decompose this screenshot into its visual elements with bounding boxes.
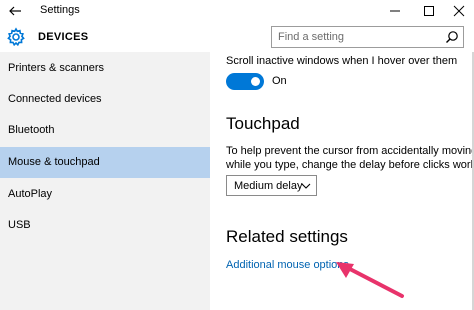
close-icon [453,5,465,17]
sidebar-item-bluetooth[interactable]: Bluetooth [0,115,210,146]
touchpad-description-line: To help prevent the cursor from accident… [226,145,474,157]
minimize-icon [390,10,400,12]
maximize-icon [424,6,434,16]
search-box[interactable] [271,26,464,48]
sidebar-item-usb[interactable]: USB [0,210,210,241]
sidebar-item-label: Connected devices [8,93,102,105]
sidebar-item-autoplay[interactable]: AutoPlay [0,179,210,210]
back-button[interactable] [4,1,24,21]
main-content: Scroll inactive windows when I hover ove… [210,52,474,310]
additional-mouse-options-link[interactable]: Additional mouse options [226,259,349,271]
title-bar: Settings [0,0,474,22]
toggle-state-label: On [272,75,287,87]
sidebar-item-label: USB [8,219,31,231]
sidebar-item-mouse-touchpad[interactable]: Mouse & touchpad [0,147,210,178]
page-header: DEVICES [0,22,474,52]
sidebar-item-connected-devices[interactable]: Connected devices [0,84,210,115]
minimize-button[interactable] [380,0,410,22]
sidebar-item-printers-scanners[interactable]: Printers & scanners [0,53,210,84]
search-input[interactable] [278,29,438,45]
maximize-button[interactable] [413,0,443,22]
window-title: Settings [40,4,80,16]
touchpad-heading: Touchpad [226,114,300,133]
annotation-arrow-icon [336,262,404,298]
close-button[interactable] [444,0,474,22]
toggle-knob [251,77,260,86]
chevron-down-icon [301,183,311,189]
sidebar-item-label: Mouse & touchpad [8,156,100,168]
back-arrow-icon [9,6,21,16]
settings-window: Settings DEVICES Find a setting Printers… [0,0,474,310]
page-title: DEVICES [38,31,89,43]
sidebar: Printers & scanners Connected devices Bl… [0,52,210,310]
sidebar-item-label: Printers & scanners [8,62,104,74]
delay-dropdown[interactable]: Medium delay [226,175,317,196]
sidebar-item-label: Bluetooth [8,124,55,136]
touchpad-description: To help prevent the cursor from accident… [226,144,474,172]
touchpad-description-line: while you type, change the delay before … [226,159,474,171]
gear-icon [6,27,26,47]
delay-dropdown-value: Medium delay [234,180,303,192]
related-settings-heading: Related settings [226,227,348,246]
scroll-inactive-label: Scroll inactive windows when I hover ove… [226,55,458,67]
sidebar-item-label: AutoPlay [8,188,53,200]
scroll-inactive-toggle[interactable] [226,73,264,90]
search-icon[interactable] [445,30,459,44]
